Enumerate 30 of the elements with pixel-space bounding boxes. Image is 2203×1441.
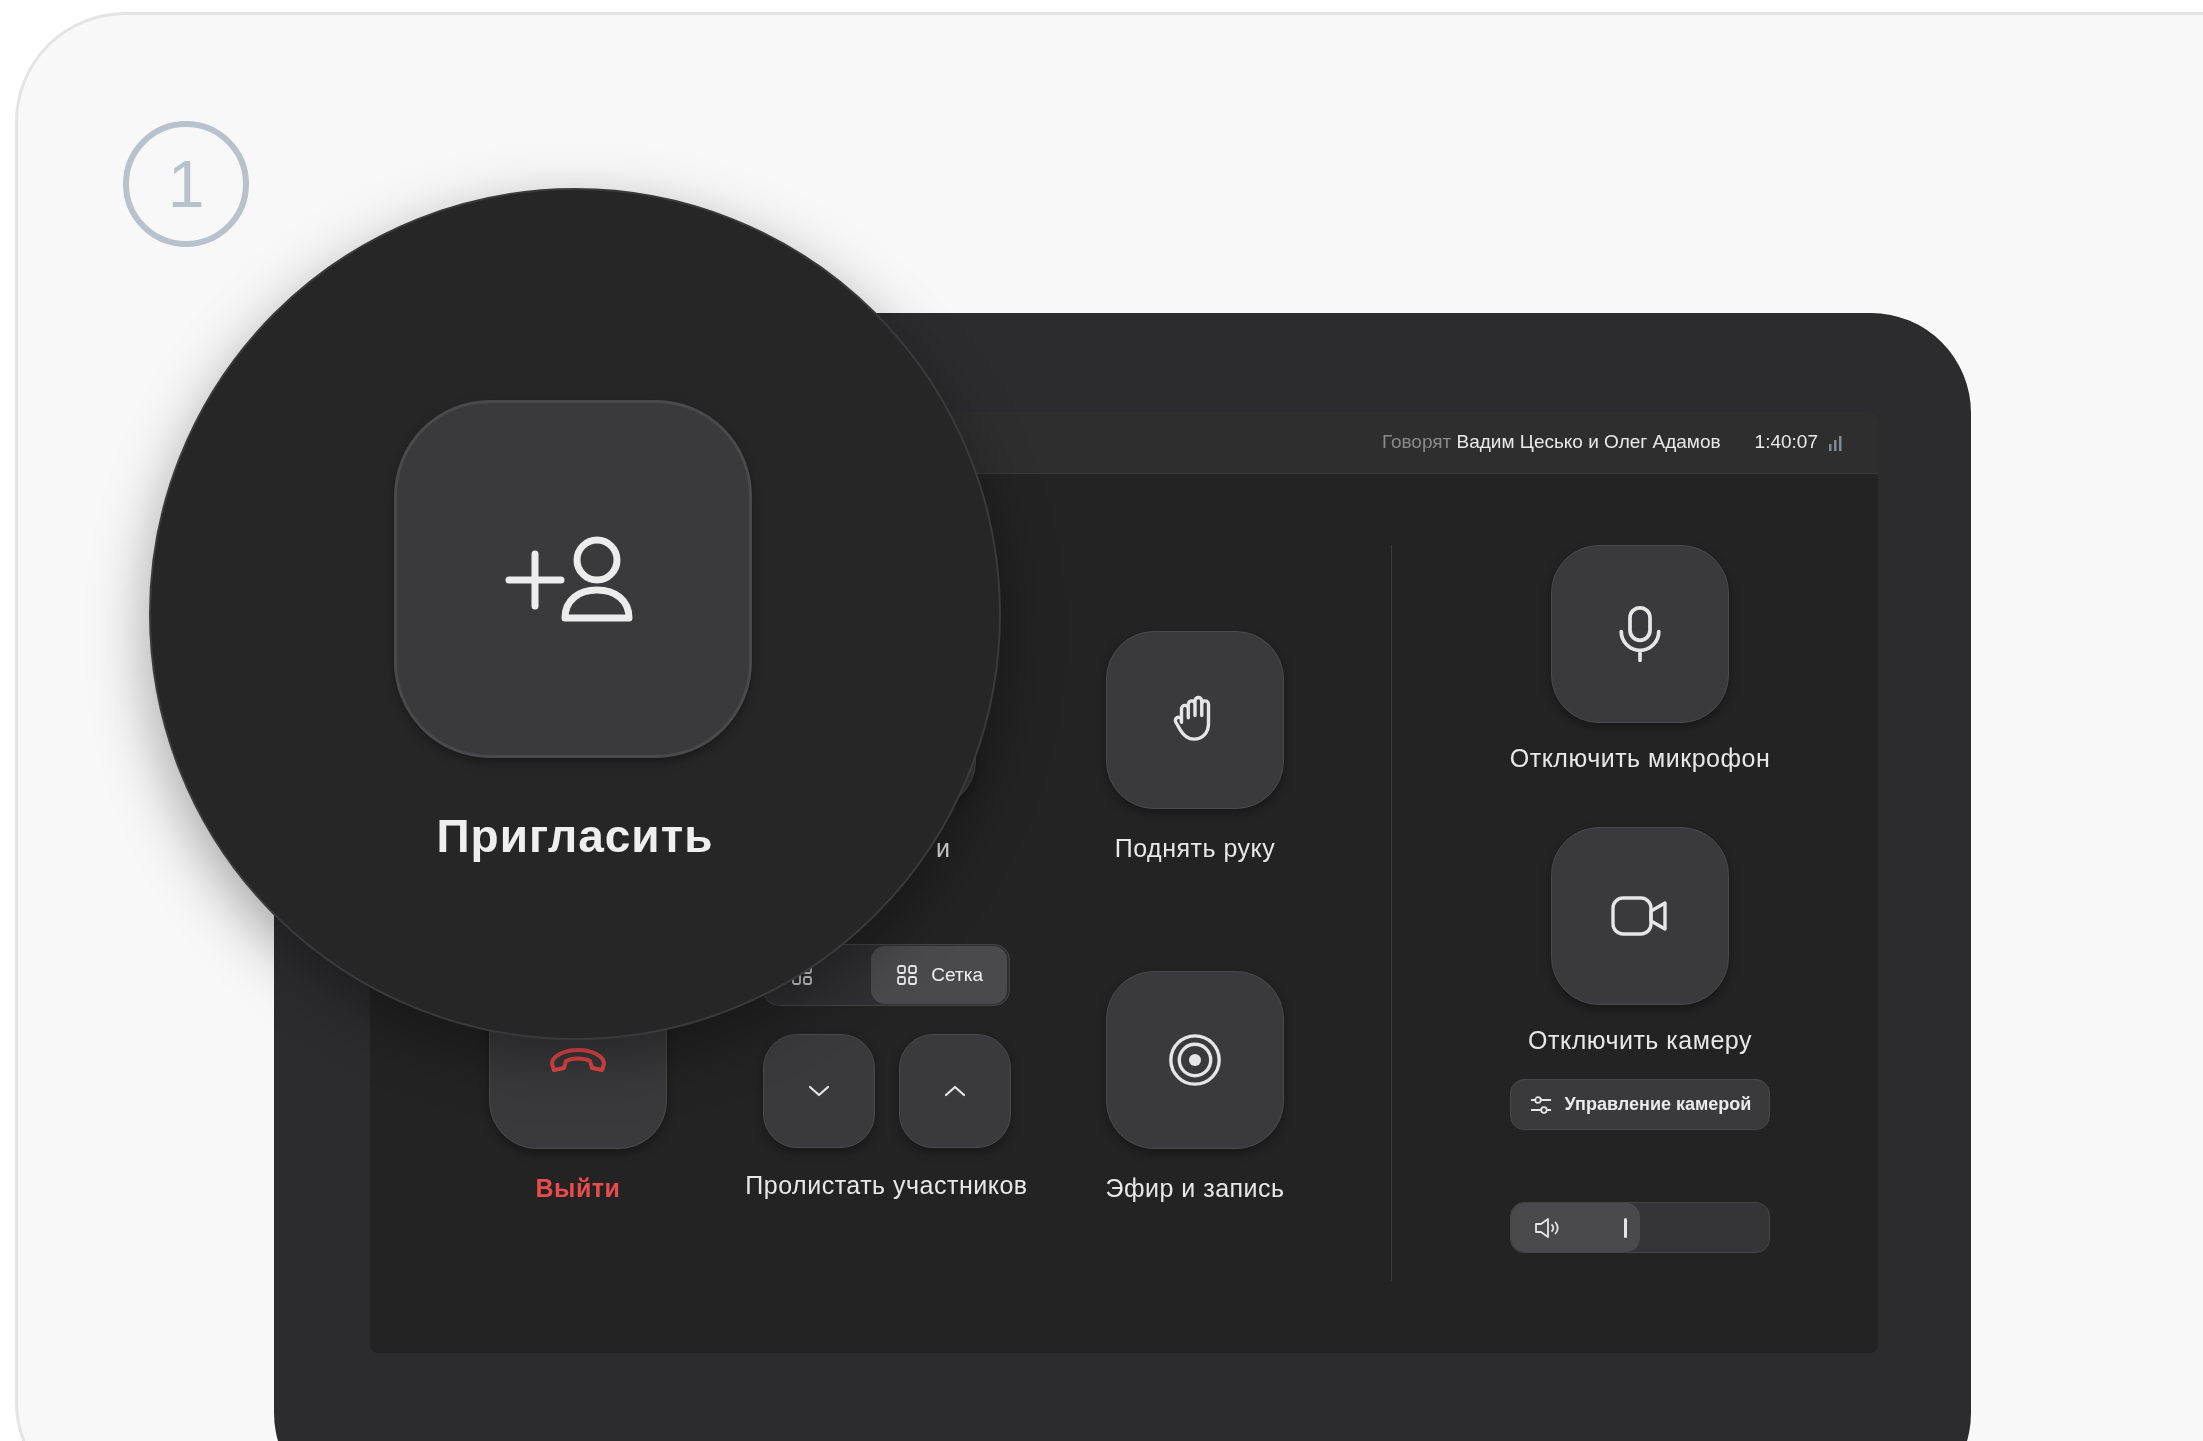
- broadcast-button[interactable]: [1106, 971, 1284, 1149]
- chevron-up-icon: [942, 1084, 967, 1098]
- broadcast-label: Эфир и запись: [1105, 1173, 1285, 1203]
- scroll-up-button[interactable]: [898, 1034, 1011, 1148]
- scroll-down-button[interactable]: [762, 1034, 875, 1148]
- view-mode-tab[interactable]: Сетка: [871, 946, 1007, 1004]
- sliders-icon: [1528, 1094, 1553, 1115]
- raise-hand-label: Поднять руку: [1114, 833, 1276, 863]
- video-camera-icon: [1610, 895, 1670, 937]
- invite-label: Пригласить: [436, 809, 714, 864]
- volume-slider[interactable]: [1510, 1202, 1770, 1253]
- chevron-down-icon: [806, 1084, 831, 1098]
- camera-settings-button[interactable]: Управление камерой: [1510, 1079, 1770, 1130]
- call-timer: 1:40:07: [1754, 430, 1818, 455]
- microphone-button[interactable]: [1551, 545, 1729, 723]
- grid-icon: [895, 963, 920, 987]
- participants-label: и: [936, 833, 952, 863]
- camera-label: Отключить камеру: [1528, 1025, 1752, 1055]
- hang-up-icon: [548, 1046, 608, 1074]
- camera-button[interactable]: [1551, 827, 1729, 1005]
- speaker-icon: [1533, 1216, 1561, 1240]
- microphone-label: Отключить микрофон: [1509, 743, 1771, 773]
- signal-icon: [1828, 434, 1842, 451]
- slider-handle[interactable]: [1624, 1218, 1627, 1238]
- raise-hand-button[interactable]: [1106, 631, 1284, 809]
- invite-button[interactable]: [394, 400, 752, 758]
- record-icon: [1166, 1031, 1224, 1089]
- leave-label: Выйти: [535, 1173, 621, 1203]
- speakers-text: Говорят Вадим Цесько и Олег Адамов: [1381, 430, 1721, 455]
- scroll-label: Пролистать участников: [745, 1170, 1028, 1200]
